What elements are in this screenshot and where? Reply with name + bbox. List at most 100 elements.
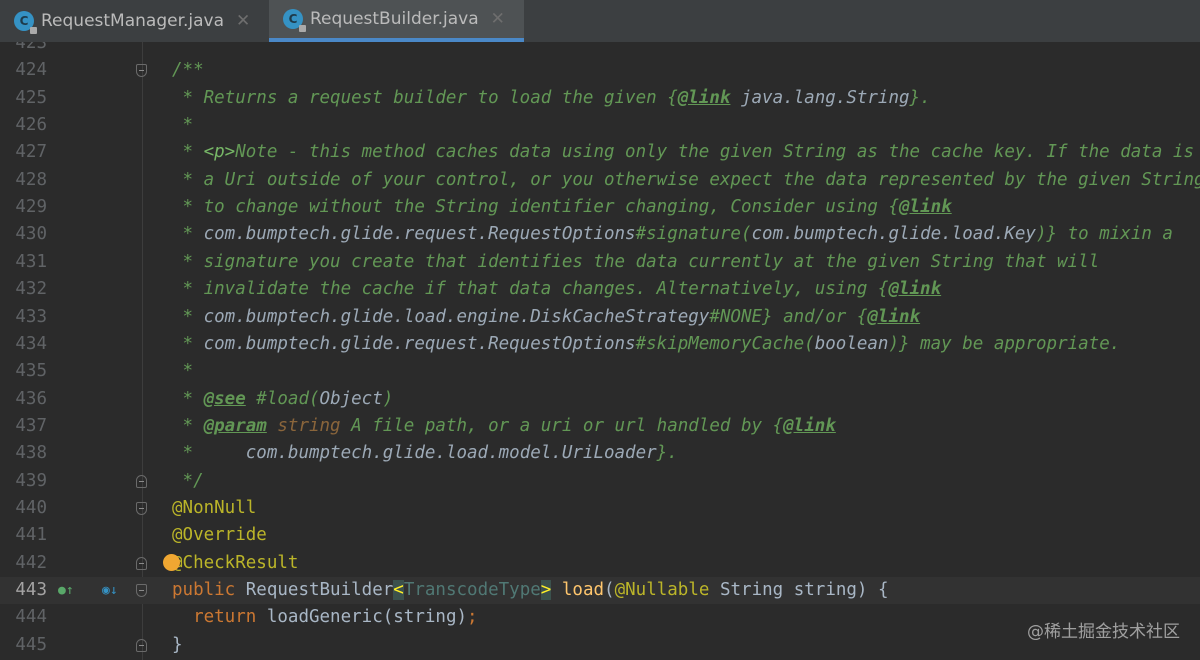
line-number[interactable]: 432 bbox=[0, 276, 47, 303]
fold-end-icon[interactable] bbox=[136, 638, 147, 652]
code-token: * invalidate the cache if that data chan… bbox=[172, 279, 878, 300]
code-line[interactable]: 427 * <p>Note - this method caches data … bbox=[0, 139, 1200, 166]
code-text: public RequestBuilder<TranscodeType> loa… bbox=[172, 577, 889, 604]
code-token: * bbox=[172, 361, 194, 382]
line-number[interactable]: 438 bbox=[0, 440, 47, 467]
code-token: com.bumptech.glide.load.engine.DiskCache… bbox=[203, 306, 710, 327]
code-line[interactable]: 425 * Returns a request builder to load … bbox=[0, 85, 1200, 112]
code-token: com.bumptech.glide.load.model.UriLoader bbox=[245, 443, 657, 464]
code-line[interactable]: 444 return loadGeneric(string); bbox=[0, 604, 1200, 631]
code-editor[interactable]: 423 424 /** 425 * Returns a request builder… bbox=[0, 42, 1200, 660]
line-number[interactable]: 431 bbox=[0, 249, 47, 276]
code-line[interactable]: 441 @Override bbox=[0, 522, 1200, 549]
fold-end-icon[interactable] bbox=[136, 474, 147, 488]
line-number[interactable]: 426 bbox=[0, 112, 47, 139]
code-line[interactable]: 432 * invalidate the cache if that data … bbox=[0, 276, 1200, 303]
code-line[interactable]: 445} bbox=[0, 632, 1200, 659]
code-token: > bbox=[540, 580, 552, 600]
close-tab-icon[interactable]: ✕ bbox=[236, 11, 250, 31]
close-tab-icon[interactable]: ✕ bbox=[491, 9, 505, 29]
line-number[interactable]: 436 bbox=[0, 386, 47, 413]
java-class-icon: C bbox=[283, 9, 306, 32]
code-line[interactable]: 423 bbox=[0, 42, 1200, 57]
line-number[interactable]: 427 bbox=[0, 139, 47, 166]
code-token: @see bbox=[203, 388, 246, 409]
code-line[interactable]: 437 * @param string A file path, or a ur… bbox=[0, 413, 1200, 440]
overridden-method-icon[interactable]: ◉↓ bbox=[102, 577, 118, 604]
code-line[interactable]: 430 * com.bumptech.glide.request.Request… bbox=[0, 221, 1200, 248]
code-line[interactable]: 434 * com.bumptech.glide.request.Request… bbox=[0, 331, 1200, 358]
code-line[interactable]: 429 * to change without the String ident… bbox=[0, 194, 1200, 221]
code-text: * com.bumptech.glide.load.model.UriLoade… bbox=[172, 440, 678, 467]
code-token: { bbox=[877, 279, 889, 300]
code-token: @link bbox=[867, 306, 921, 327]
code-token: boolean bbox=[814, 333, 889, 354]
line-number[interactable]: 441 bbox=[0, 522, 47, 549]
implements-method-icon[interactable]: ●↑ bbox=[58, 577, 74, 604]
lightbulb-icon[interactable] bbox=[163, 553, 180, 571]
code-text: * @param string A file path, or a uri or… bbox=[172, 413, 836, 440]
line-number[interactable]: 424 bbox=[0, 57, 47, 84]
line-number[interactable]: 445 bbox=[0, 632, 47, 659]
fold-start-icon[interactable] bbox=[136, 501, 147, 515]
code-line[interactable]: 431 * signature you create that identifi… bbox=[0, 249, 1200, 276]
code-text: * com.bumptech.glide.request.RequestOpti… bbox=[172, 221, 1173, 248]
line-number[interactable]: 425 bbox=[0, 85, 47, 112]
code-token: Note - this method caches data using onl… bbox=[235, 142, 1194, 163]
tab-label: RequestBuilder.java bbox=[310, 9, 479, 29]
line-number[interactable]: 443 bbox=[0, 577, 47, 604]
code-line[interactable]: 439 */ bbox=[0, 468, 1200, 495]
code-token: @NonNull bbox=[172, 497, 257, 518]
code-line[interactable]: 435 * bbox=[0, 358, 1200, 385]
line-number[interactable]: 423 bbox=[0, 42, 47, 57]
line-number[interactable]: 440 bbox=[0, 495, 47, 522]
code-text: * invalidate the cache if that data chan… bbox=[172, 276, 942, 303]
code-token: String string) { bbox=[709, 580, 889, 600]
fold-start-icon[interactable] bbox=[136, 64, 147, 78]
code-line[interactable]: 424 /** bbox=[0, 57, 1200, 84]
line-number[interactable]: 428 bbox=[0, 167, 47, 194]
code-text: * <p>Note - this method caches data usin… bbox=[172, 139, 1194, 166]
code-line[interactable]: 442 @CheckResult bbox=[0, 550, 1200, 577]
line-number[interactable]: 429 bbox=[0, 194, 47, 221]
tab-request-builder[interactable]: C RequestBuilder.java ✕ bbox=[269, 0, 524, 42]
code-line[interactable]: 440 @NonNull bbox=[0, 495, 1200, 522]
line-number[interactable]: 437 bbox=[0, 413, 47, 440]
code-token: @param bbox=[203, 415, 267, 436]
code-token: loadGeneric(string) bbox=[266, 607, 468, 628]
code-token: ( bbox=[604, 580, 615, 600]
code-line[interactable]: 436 * @see #load(Object) bbox=[0, 386, 1200, 413]
code-line[interactable]: 443 ●↑ ◉↓ public RequestBuilder<TranscodeTy… bbox=[0, 577, 1200, 604]
fold-start-icon[interactable] bbox=[136, 584, 147, 597]
code-token: may be appropriate. bbox=[909, 333, 1121, 354]
line-number[interactable]: 430 bbox=[0, 221, 47, 248]
code-token: @link bbox=[888, 279, 942, 300]
code-text: * Returns a request builder to load the … bbox=[172, 85, 931, 112]
line-number[interactable]: 433 bbox=[0, 304, 47, 331]
code-token: #skipMemoryCache( bbox=[635, 333, 815, 354]
code-token: #NONE} bbox=[709, 306, 773, 327]
code-line[interactable]: 433 * com.bumptech.glide.load.engine.Dis… bbox=[0, 304, 1200, 331]
code-token: com.bumptech.glide.request.RequestOption… bbox=[203, 333, 636, 354]
fold-end-icon[interactable] bbox=[136, 556, 147, 570]
line-number[interactable]: 439 bbox=[0, 468, 47, 495]
line-number[interactable]: 444 bbox=[0, 604, 47, 631]
code-line[interactable]: 438 * com.bumptech.glide.load.model.UriL… bbox=[0, 440, 1200, 467]
line-number[interactable]: 434 bbox=[0, 331, 47, 358]
code-token: * to change without the String identifie… bbox=[172, 197, 889, 218]
code-text: * a Uri outside of your control, or you … bbox=[172, 167, 1200, 194]
code-text: * @see #load(Object) bbox=[172, 386, 394, 413]
tab-request-manager[interactable]: C RequestManager.java ✕ bbox=[0, 0, 268, 42]
code-token: @link bbox=[899, 197, 952, 218]
line-number[interactable]: 435 bbox=[0, 358, 47, 385]
line-number[interactable]: 442 bbox=[0, 550, 47, 577]
code-token: }. bbox=[656, 443, 678, 464]
code-token: RequestBuilder bbox=[245, 580, 394, 600]
code-text: } bbox=[172, 632, 183, 659]
code-line[interactable]: 426 * bbox=[0, 112, 1200, 139]
code-token: { bbox=[856, 306, 868, 327]
code-line[interactable]: 428 * a Uri outside of your control, or … bbox=[0, 167, 1200, 194]
code-token: @link bbox=[783, 415, 836, 436]
